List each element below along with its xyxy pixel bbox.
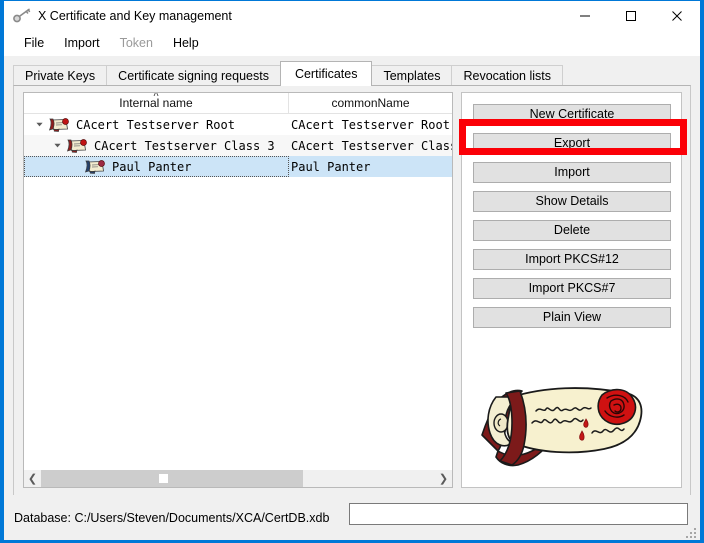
status-input[interactable] [349,503,688,525]
certificate-icon [48,117,70,132]
row-internal-name-label: CAcert Testserver Class 3 [94,138,275,153]
row-internal-name-label: CAcert Testserver Root [76,117,235,132]
sort-ascending-icon: ˄ [153,92,159,100]
menu-item-help[interactable]: Help [163,34,209,53]
certificate-tree[interactable]: ˄ Internal name commonName ▾ CAcert Test… [23,92,453,488]
chevron-left-icon[interactable]: ❮ [24,470,41,487]
resize-grip[interactable] [686,526,698,538]
menu-item-token: Token [119,36,153,50]
menu-item-import[interactable]: Import [54,34,109,53]
delete-button[interactable]: Delete [473,220,671,241]
scrollbar-thumb-marker [159,474,168,483]
tab-certificates[interactable]: Certificates [279,61,373,86]
tab-certificate-signing-requests[interactable]: Certificate signing requests [106,65,281,86]
maximize-icon[interactable] [608,1,654,31]
plain-view-button[interactable]: Plain View [473,307,671,328]
status-bar: Database: C:/Users/Steven/Documents/XCA/… [4,495,700,540]
cell-common-name: CAcert Testserver Root [291,117,450,132]
row-internal-name-label: Paul Panter [112,159,192,174]
database-path-label: Database: C:/Users/Steven/Documents/XCA/… [14,511,330,525]
close-icon[interactable] [654,1,700,31]
cell-common-name: Paul Panter [291,159,371,174]
minimize-icon[interactable] [562,1,608,31]
tree-header: ˄ Internal name commonName [24,93,452,114]
scrollbar-thumb[interactable] [41,470,303,487]
certificate-icon [84,159,106,174]
table-row[interactable]: ▾ CAcert Testserver Root CAcert Testserv… [24,114,452,135]
chevron-down-icon[interactable]: ▾ [32,120,48,130]
menu-bar: File Import Token Help [4,31,700,56]
cell-internal-name: Paul Panter [24,156,289,177]
tab-revocation-lists[interactable]: Revocation lists [451,65,564,86]
actions-panel: New Certificate Export Import Show Detai… [459,92,687,488]
import-pkcs7-button[interactable]: Import PKCS#7 [473,278,671,299]
export-button[interactable]: Export [473,133,671,154]
horizontal-scrollbar[interactable]: ❮ ❯ [24,469,452,487]
status-input-value [350,504,687,510]
column-header-internal-name[interactable]: ˄ Internal name [24,93,289,113]
application-window: X Certificate and Key management File Im… [0,0,704,543]
chevron-down-icon[interactable]: ▾ [50,141,66,151]
certificate-icon [66,138,88,153]
window-title: X Certificate and Key management [38,9,232,23]
table-row[interactable]: ▾ CAcert Testserver Class 3 CAcert Tests… [24,135,452,156]
window-controls [562,1,700,31]
column-header-common-name-label: commonName [331,96,410,110]
table-row[interactable]: Paul Panter Paul Panter [24,156,452,177]
cell-internal-name: ▾ CAcert Testserver Root [24,117,289,132]
chevron-right-icon[interactable]: ❯ [435,470,452,487]
tab-templates[interactable]: Templates [371,65,453,86]
scrollbar-track[interactable] [41,470,435,487]
key-icon [12,7,32,25]
cell-common-name: CAcert Testserver Class [291,138,452,153]
client-area: Private Keys Certificate signing request… [4,56,700,540]
new-certificate-button[interactable]: New Certificate [473,104,671,125]
column-header-common-name[interactable]: commonName [289,93,452,113]
cell-internal-name: ▾ CAcert Testserver Class 3 [24,138,289,153]
import-button[interactable]: Import [473,162,671,183]
certificates-panel: ˄ Internal name commonName ▾ CAcert Test… [13,85,691,525]
menu-item-file[interactable]: File [14,34,54,53]
title-bar: X Certificate and Key management [4,1,700,31]
show-details-button[interactable]: Show Details [473,191,671,212]
import-pkcs12-button[interactable]: Import PKCS#12 [473,249,671,270]
xca-scroll-logo [474,373,670,475]
tab-bar: Private Keys Certificate signing request… [13,61,564,86]
tab-private-keys[interactable]: Private Keys [13,65,108,86]
